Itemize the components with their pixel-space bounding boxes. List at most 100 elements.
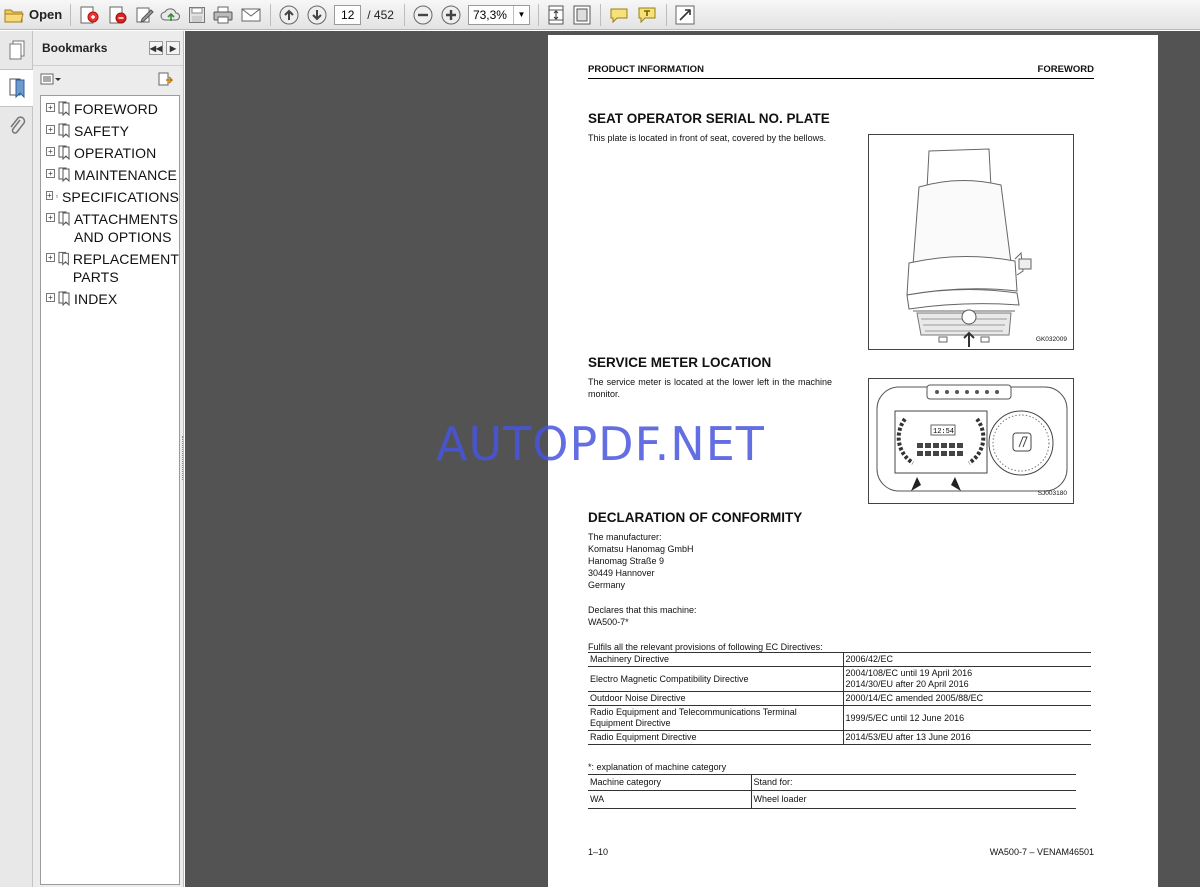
bookmark-label: OPERATION [74,145,157,161]
manufacturer-line: Hanomag Straße 9 [588,556,665,566]
bookmark-page-icon [55,195,58,198]
expand-icon[interactable]: + [46,125,55,134]
email-button[interactable] [240,3,262,27]
bookmark-maintenance[interactable]: + MAINTENANCE [41,166,179,184]
directive-name: Radio Equipment and Telecommunications T… [588,705,843,731]
category-header: Machine category [588,774,751,791]
fit-page-button[interactable] [546,3,566,27]
bookmark-attachments-and-options[interactable]: + ATTACHMENTS AND OPTIONS [41,210,179,246]
fit-page-icon [548,5,564,24]
fit-width-button[interactable] [572,3,592,27]
directive-value: 2006/42/EC [842,652,1091,667]
page-thumbnails-icon [9,40,24,60]
manufacturer-line: Komatsu Hanomag GmbH [588,544,694,554]
tab-attachments[interactable] [0,107,33,145]
table-row: Machinery Directive 2006/42/EC [588,652,1091,667]
bookmark-page-icon [58,291,70,306]
expand-bookmark-icon[interactable] [157,71,175,87]
directive-value: 2000/14/EC amended 2005/88/EC [842,691,1091,706]
next-page-button[interactable] [306,3,328,27]
minus-circle-icon [413,5,433,24]
create-pdf-button[interactable] [78,3,100,27]
options-menu-icon[interactable] [40,72,62,86]
watermark-text: AUTOPDF.NET [436,417,765,471]
bookmark-icon [9,78,24,99]
directive-name: Radio Equipment Directive [588,730,843,745]
page-number-input[interactable]: 12 [334,4,362,25]
directive-value: 2004/108/EC until 19 April 2016 2014/30/… [842,666,1091,692]
bookmark-page-icon [58,211,70,226]
open-button[interactable]: Open [4,3,62,27]
printer-icon [213,6,233,23]
zoom-out-button[interactable] [412,3,434,27]
bookmark-label: SPECIFICATIONS [61,189,179,205]
expand-button[interactable] [674,3,696,27]
page-header-right: FOREWORD [1037,64,1094,75]
tab-bookmarks[interactable] [0,69,33,107]
chevron-down-icon[interactable]: ▼ [512,5,529,24]
category-header: Stand for: [750,774,1076,791]
table-row: Radio Equipment and Telecommunications T… [588,705,1091,731]
header-rule [588,78,1094,79]
combine-files-button[interactable] [106,3,128,27]
bookmark-page-icon [58,123,70,138]
seat-section-text: This plate is located in front of seat, … [588,133,827,143]
manufacturer-line: The manufacturer: [588,532,662,542]
tab-page-thumbnails[interactable] [0,31,33,69]
bookmark-label: ATTACHMENTS AND OPTIONS [74,211,179,245]
meter-clock: 12:54 [933,428,954,436]
page-header-left: PRODUCT INFORMATION [588,64,704,75]
expand-icon[interactable]: + [46,191,53,200]
category-table: Machine category Stand for: WA Wheel loa… [588,774,1076,809]
expand-icon[interactable]: + [46,293,55,302]
highlight-button[interactable] [636,3,658,27]
print-button[interactable] [212,3,234,27]
expand-icon[interactable]: + [46,213,55,222]
operator-seat-illustration [906,148,1032,347]
toolbar-separator [70,3,72,26]
category-note: *: explanation of machine category [588,762,727,772]
directive-name: Machinery Directive [588,652,843,667]
bookmarks-panel-header: Bookmarks ◀◀ ▶ [33,31,183,65]
table-row: Outdoor Noise Directive 2000/14/EC amend… [588,691,1091,706]
upload-button[interactable] [160,3,182,27]
zoom-in-button[interactable] [440,3,462,27]
expand-icon[interactable]: + [46,253,55,262]
previous-page-button[interactable] [278,3,300,27]
directive-value: 1999/5/EC until 12 June 2016 [842,705,1091,731]
toolbar-separator [599,3,601,26]
table-row: Electro Magnetic Compatibility Directive… [588,666,1091,692]
folder-icon [4,9,24,22]
machine-model: WA500-7* [588,617,629,627]
document-viewer[interactable]: PRODUCT INFORMATION FOREWORD SEAT OPERAT… [185,31,1200,887]
bookmark-specifications[interactable]: + SPECIFICATIONS [41,188,179,206]
bookmark-index[interactable]: + INDEX [41,290,179,308]
bookmark-operation[interactable]: + OPERATION [41,144,179,162]
arrow-up-circle-icon [279,5,299,24]
manufacturer-line: 30449 Hannover [588,568,655,578]
edit-document-button[interactable] [134,3,154,27]
document-code-footer: WA500-7 – VENAM46501 [989,847,1094,857]
edit-document-icon [136,7,154,23]
zoom-select[interactable]: 73,3% ▼ [467,4,530,25]
meter-figure-code: SJ003180 [1037,490,1067,497]
save-button[interactable] [188,3,206,27]
meter-section-title: SERVICE METER LOCATION [588,355,772,370]
expand-icon[interactable]: + [46,103,55,112]
bookmark-tree: + FOREWORD + SAFETY + OPERATION + MAINTE… [40,95,180,885]
bookmark-foreword[interactable]: + FOREWORD [41,100,179,118]
bookmarks-toolbar [33,65,183,91]
expand-icon[interactable]: + [46,147,55,156]
fit-width-icon [573,5,591,24]
envelope-icon [241,8,261,21]
comment-button[interactable] [608,3,630,27]
declares-text: Declares that this machine: [588,605,697,615]
table-row: WA Wheel loader [588,790,1076,809]
collapse-panel-button[interactable]: ◀◀ [149,41,163,55]
bookmark-replacement-parts[interactable]: + REPLACEMENT PARTS [41,250,179,286]
expand-icon[interactable]: + [46,169,55,178]
panel-options-button[interactable]: ▶ [166,41,180,55]
directive-name: Electro Magnetic Compatibility Directive [588,666,843,692]
meter-figure: 12:54 SJ003180 [868,378,1074,504]
bookmark-safety[interactable]: + SAFETY [41,122,179,140]
